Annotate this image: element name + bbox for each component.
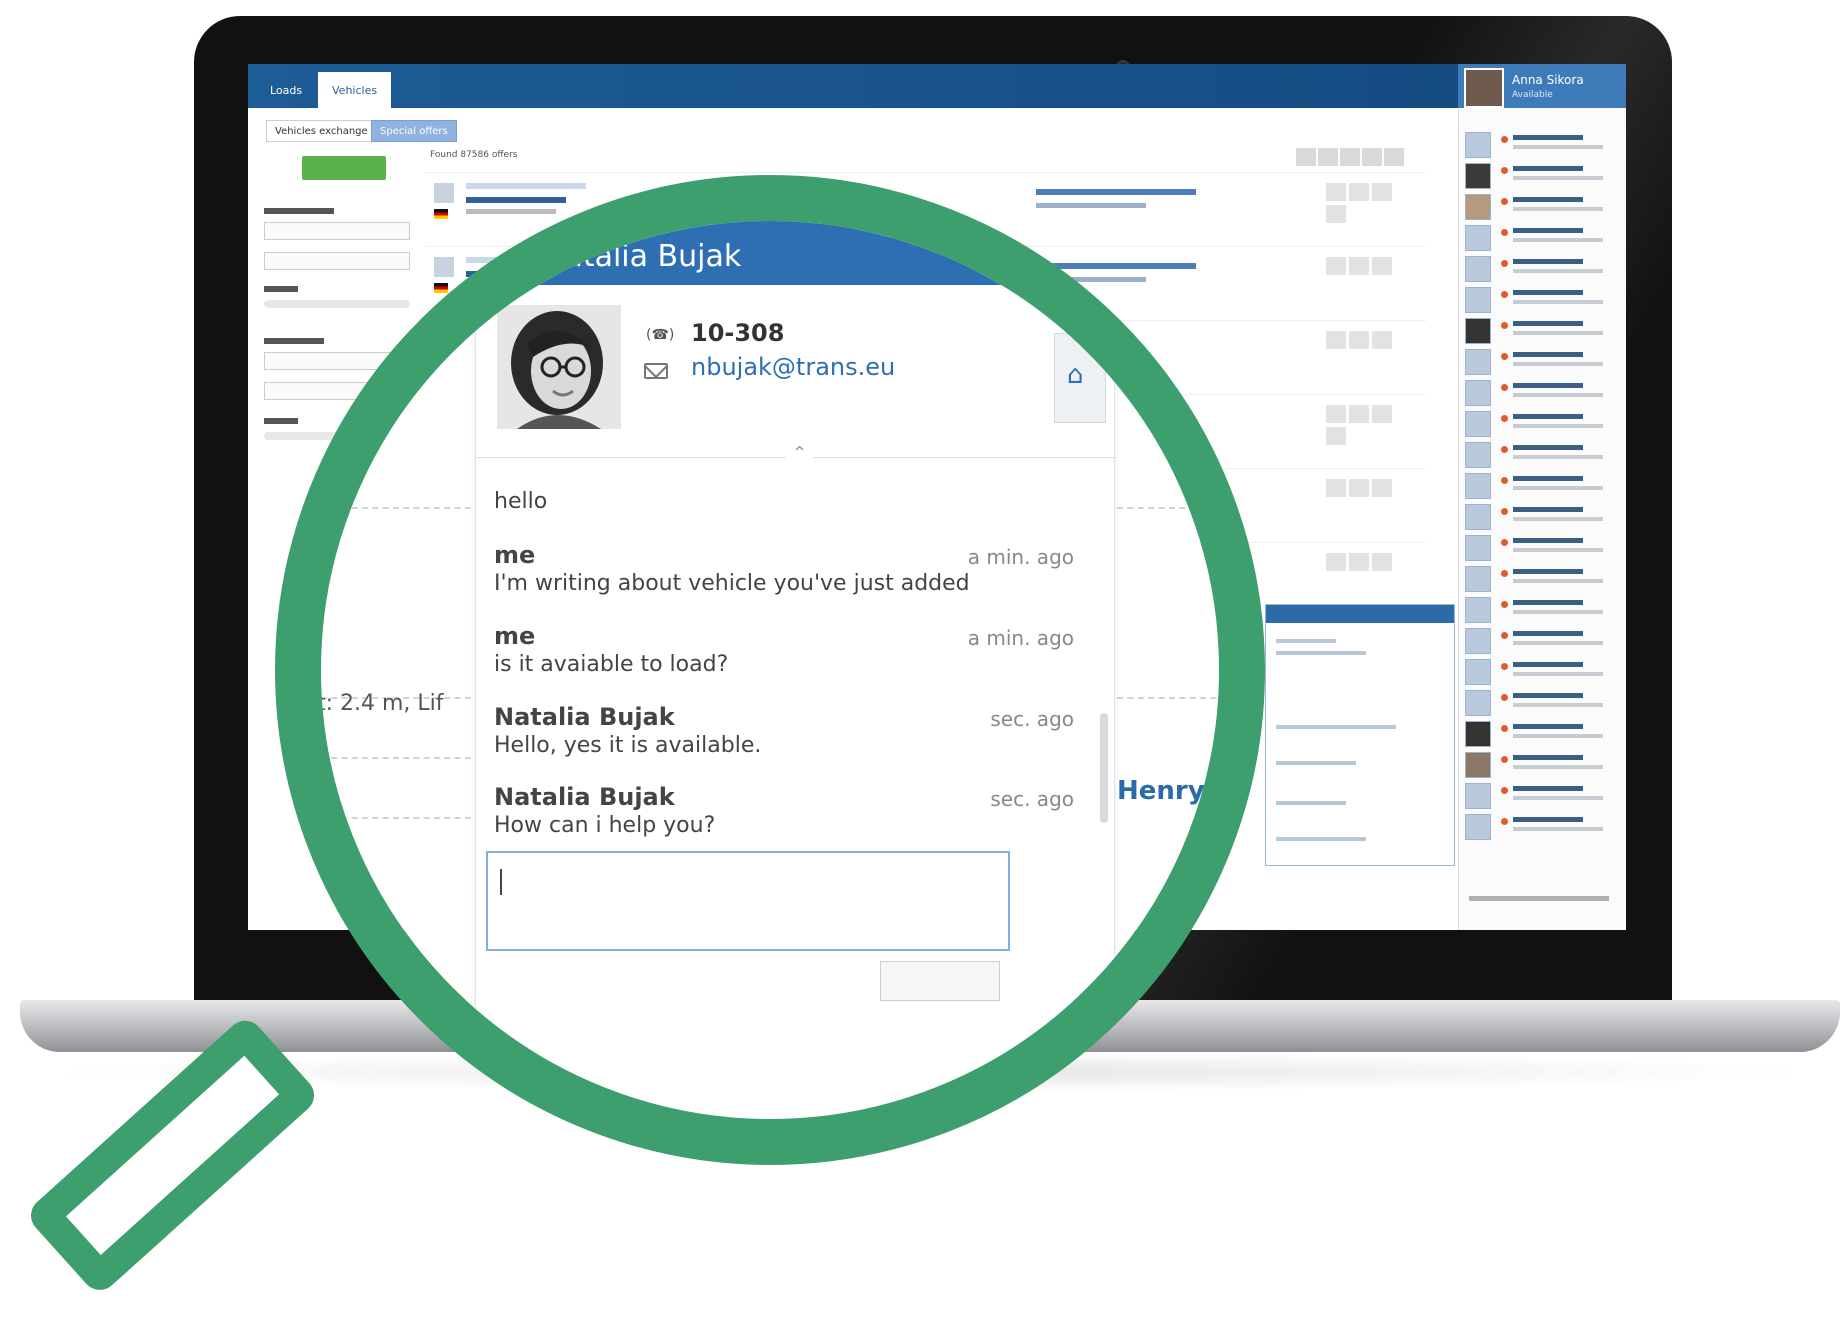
list-item[interactable]	[1465, 781, 1621, 811]
list-item[interactable]	[1465, 254, 1621, 284]
tab-special-offers[interactable]: Special offers	[371, 120, 457, 142]
list-item[interactable]	[1465, 688, 1621, 718]
flag-icon	[434, 209, 448, 219]
list-item[interactable]	[1465, 192, 1621, 222]
list-item[interactable]	[1465, 347, 1621, 377]
list-item[interactable]	[1465, 223, 1621, 253]
tab-loads[interactable]: Loads	[256, 72, 316, 108]
tab-vehicles-exchange[interactable]: Vehicles exchange	[266, 120, 377, 142]
list-item[interactable]	[1465, 316, 1621, 346]
list-item[interactable]	[1465, 440, 1621, 470]
filter-label	[264, 208, 334, 214]
list-item[interactable]	[1465, 378, 1621, 408]
list-item[interactable]	[1465, 750, 1621, 780]
add-offer-button[interactable]	[302, 156, 386, 180]
list-item[interactable]	[1465, 812, 1621, 842]
mini-chat-window[interactable]	[1265, 604, 1455, 866]
user-status: Available	[1512, 90, 1553, 100]
radius-slider[interactable]	[264, 300, 410, 308]
list-item[interactable]	[1465, 533, 1621, 563]
list-item[interactable]	[1465, 471, 1621, 501]
list-item[interactable]	[1465, 657, 1621, 687]
tab-vehicles[interactable]: Vehicles	[318, 72, 392, 108]
filter-label	[264, 338, 324, 344]
magnifier-ring	[275, 175, 1265, 1165]
contacts-sidebar	[1458, 108, 1626, 930]
avatar	[1464, 68, 1504, 108]
radius-label	[264, 418, 298, 424]
contacts-footer	[1469, 896, 1609, 901]
list-item[interactable]	[1465, 564, 1621, 594]
list-item[interactable]	[1465, 161, 1621, 191]
mini-chat-header	[1266, 605, 1454, 623]
pagination[interactable]	[1296, 148, 1406, 166]
user-profile[interactable]: Anna Sikora Available	[1458, 64, 1626, 108]
list-item[interactable]	[1465, 719, 1621, 749]
user-name: Anna Sikora	[1512, 73, 1584, 87]
list-item[interactable]	[1465, 409, 1621, 439]
flag-icon	[434, 283, 448, 293]
list-item[interactable]	[1465, 130, 1621, 160]
country-select[interactable]	[264, 222, 410, 240]
stage: Loads Vehicles Anna Sikora Available Veh…	[0, 0, 1840, 1335]
city-field[interactable]	[264, 252, 410, 270]
list-item[interactable]	[1465, 285, 1621, 315]
found-count: Found 87586 offers	[430, 150, 518, 160]
radius-label	[264, 286, 298, 292]
list-item[interactable]	[1465, 626, 1621, 656]
top-navigation: Loads Vehicles Anna Sikora Available	[248, 64, 1626, 108]
list-item[interactable]	[1465, 595, 1621, 625]
list-item[interactable]	[1465, 502, 1621, 532]
